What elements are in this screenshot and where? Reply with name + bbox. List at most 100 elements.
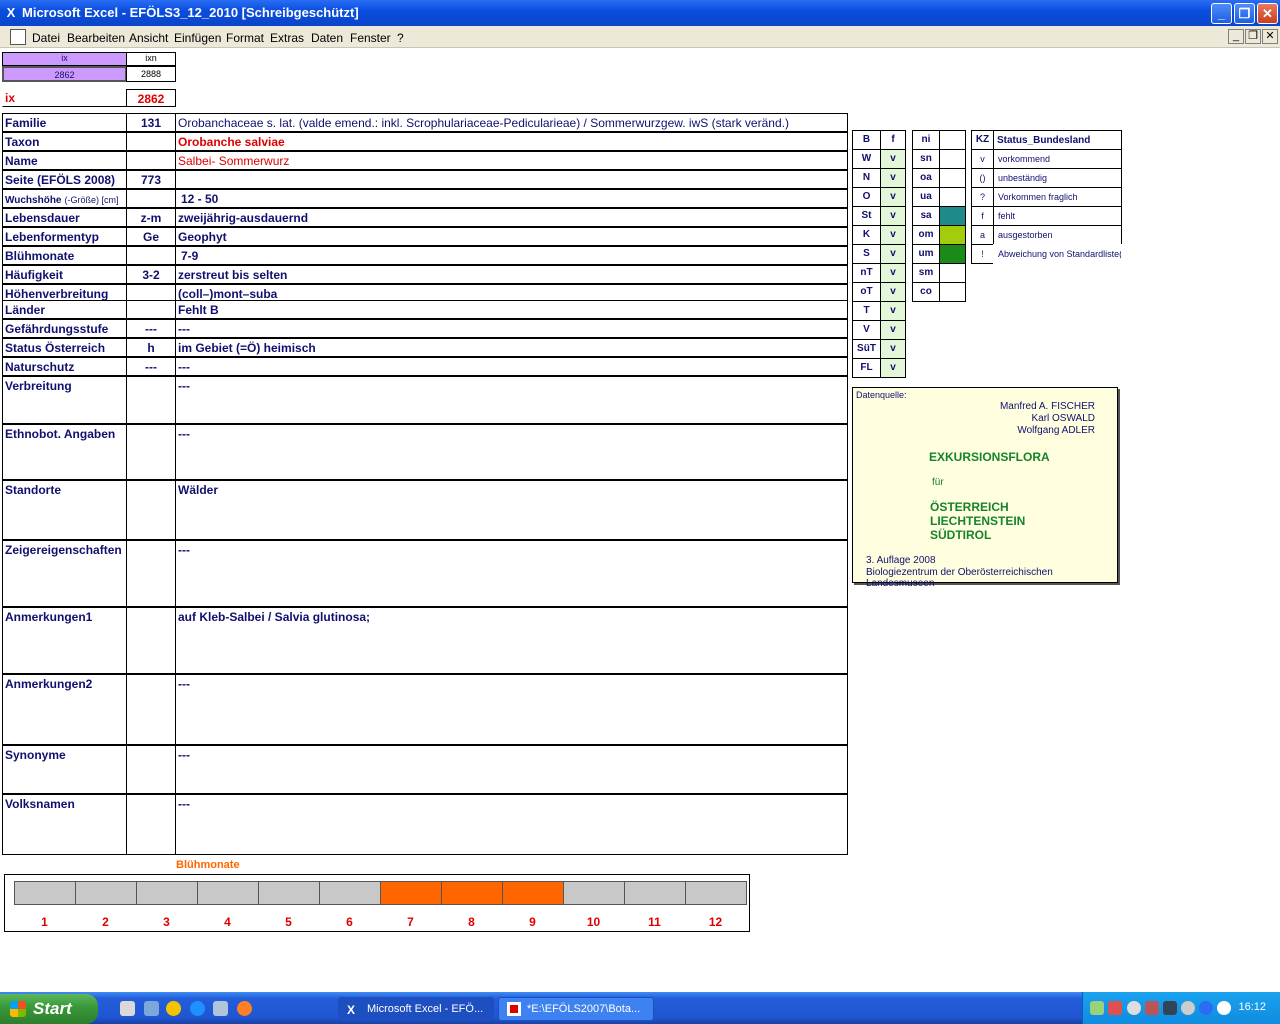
task-excel[interactable]: X Microsoft Excel - EFÖ... — [338, 997, 494, 1021]
field-value-gefaehrdung[interactable]: --- — [175, 319, 848, 338]
field-code-gefaehrdung: --- — [126, 319, 176, 338]
bl-value[interactable]: v — [880, 339, 906, 359]
field-label-text: Standorte — [5, 483, 62, 497]
task-explorer[interactable]: *E:\EFÖLS2007\Bota... — [498, 997, 654, 1021]
bl-code: St — [852, 206, 881, 226]
region-color[interactable] — [939, 149, 966, 169]
restore-button[interactable]: ❐ — [1234, 3, 1255, 24]
bl-value[interactable]: v — [880, 149, 906, 169]
field-label-text: Synonyme — [5, 748, 66, 762]
month-label: 12 — [708, 915, 723, 929]
kz-description: Abweichung von Standardliste(?) — [993, 244, 1122, 264]
title-bar[interactable]: X Microsoft Excel - EFÖLS3_12_2010 [Schr… — [0, 0, 1280, 26]
bl-value[interactable]: v — [880, 263, 906, 283]
show-desktop-icon[interactable] — [120, 1001, 135, 1016]
doc-close-button[interactable]: ✕ — [1262, 29, 1278, 44]
ixn-value-cell[interactable]: 2888 — [126, 66, 176, 82]
menu-extras[interactable]: Extras — [270, 31, 304, 45]
quicklaunch-icon-5[interactable] — [213, 1001, 228, 1016]
bl-value[interactable]: v — [880, 301, 906, 321]
field-value-ethnobot[interactable]: --- — [175, 424, 848, 480]
region-color[interactable] — [939, 168, 966, 188]
field-label-text: Taxon — [5, 135, 40, 149]
region-color[interactable] — [939, 206, 966, 226]
bl-value[interactable]: v — [880, 244, 906, 264]
field-value-wuchs[interactable]: 12 - 50 — [175, 189, 848, 208]
menu-ansicht[interactable]: Ansicht — [129, 31, 168, 45]
menu-einfuegen[interactable]: Einfügen — [174, 31, 221, 45]
field-value-name[interactable]: Salbei- Sommerwurz — [175, 151, 848, 170]
field-value-seite[interactable] — [175, 170, 848, 189]
bl-code: O — [852, 187, 881, 207]
field-value-verbreitung[interactable]: --- — [175, 376, 848, 424]
field-value-synonyme[interactable]: --- — [175, 745, 848, 794]
region-color[interactable] — [939, 282, 966, 302]
field-value-familie[interactable]: Orobanchaceae s. lat. (valde emend.: ink… — [175, 113, 848, 132]
field-value-anm2[interactable]: --- — [175, 674, 848, 745]
minimize-button[interactable]: _ — [1211, 3, 1232, 24]
field-value-bluehmonate[interactable]: 7-9 — [175, 246, 848, 265]
doc-restore-button[interactable]: ❐ — [1245, 29, 1261, 44]
quicklaunch-icon-2[interactable] — [144, 1001, 159, 1016]
bl-value[interactable]: v — [880, 187, 906, 207]
field-label-text: Länder — [5, 303, 46, 317]
menu-daten[interactable]: Daten — [311, 31, 343, 45]
field-code-ethnobot — [126, 424, 176, 480]
region-color[interactable] — [939, 244, 966, 264]
menu-bearbeiten[interactable]: Bearbeiten — [67, 31, 125, 45]
field-value-status[interactable]: im Gebiet (=Ö) heimisch — [175, 338, 848, 357]
volume-muted-icon[interactable] — [1108, 1001, 1122, 1015]
start-button[interactable]: Start — [0, 994, 98, 1024]
field-value-taxon[interactable]: Orobanche salviae — [175, 132, 848, 151]
field-label-wuchs: Wuchshöhe (-Größe) [cm] — [2, 189, 127, 208]
doc-minimize-button[interactable]: _ — [1228, 29, 1244, 44]
field-value-haeufigkeit[interactable]: zerstreut bis selten — [175, 265, 848, 284]
menu-fenster[interactable]: Fenster — [350, 31, 391, 45]
info-icon[interactable] — [1199, 1001, 1213, 1015]
bl-code: oT — [852, 282, 881, 302]
media-player-icon[interactable] — [166, 1001, 181, 1016]
clock[interactable]: 16:12 — [1238, 1001, 1266, 1013]
field-value-anm1[interactable]: auf Kleb-Salbei / Salvia glutinosa; — [175, 607, 848, 674]
field-value-naturschutz[interactable]: --- — [175, 357, 848, 376]
search-icon[interactable] — [1127, 1001, 1141, 1015]
bl-value[interactable]: v — [880, 206, 906, 226]
bl-value[interactable]: v — [880, 225, 906, 245]
ix-big-value: 2862 — [126, 89, 176, 107]
region-color[interactable] — [939, 225, 966, 245]
menu-format[interactable]: Format — [226, 31, 264, 45]
tray-app-icon[interactable] — [1181, 1001, 1195, 1015]
region-color[interactable] — [939, 263, 966, 283]
bl-value[interactable]: v — [880, 282, 906, 302]
internet-explorer-icon[interactable] — [190, 1001, 205, 1016]
firefox-icon[interactable] — [237, 1001, 252, 1016]
security-icon[interactable] — [1145, 1001, 1159, 1015]
field-code-anm2 — [126, 674, 176, 745]
bl-value[interactable]: v — [880, 168, 906, 188]
document-icon[interactable] — [10, 29, 26, 45]
region-code: om — [912, 225, 940, 245]
field-value-standorte[interactable]: Wälder — [175, 480, 848, 540]
field-value-laender[interactable]: Fehlt B — [175, 300, 848, 319]
field-value-lebensform[interactable]: Geophyt — [175, 227, 848, 246]
field-value-volksnamen[interactable]: --- — [175, 794, 848, 855]
region-head-color — [939, 130, 966, 150]
field-value-lebensdauer[interactable]: zweijährig-ausdauernd — [175, 208, 848, 227]
month-label: 2 — [102, 915, 109, 929]
month-bar — [441, 881, 503, 905]
country-3: SÜDTIROL — [930, 528, 992, 542]
close-button[interactable]: ✕ — [1257, 3, 1278, 24]
tray-a-icon[interactable] — [1217, 1001, 1231, 1015]
menu-help[interactable]: ? — [397, 31, 404, 45]
kz-code: f — [971, 206, 994, 226]
bl-value[interactable]: v — [880, 320, 906, 340]
ix-value-cell[interactable]: 2862 — [2, 66, 127, 82]
field-label-text: Status Österreich — [5, 341, 106, 355]
region-color[interactable] — [939, 187, 966, 207]
kz-code: a — [971, 225, 994, 245]
network-icon[interactable] — [1090, 1001, 1104, 1015]
shield-icon[interactable] — [1163, 1001, 1177, 1015]
field-value-zeiger[interactable]: --- — [175, 540, 848, 607]
menu-datei[interactable]: Datei — [32, 31, 60, 45]
bl-value[interactable]: v — [880, 358, 906, 378]
